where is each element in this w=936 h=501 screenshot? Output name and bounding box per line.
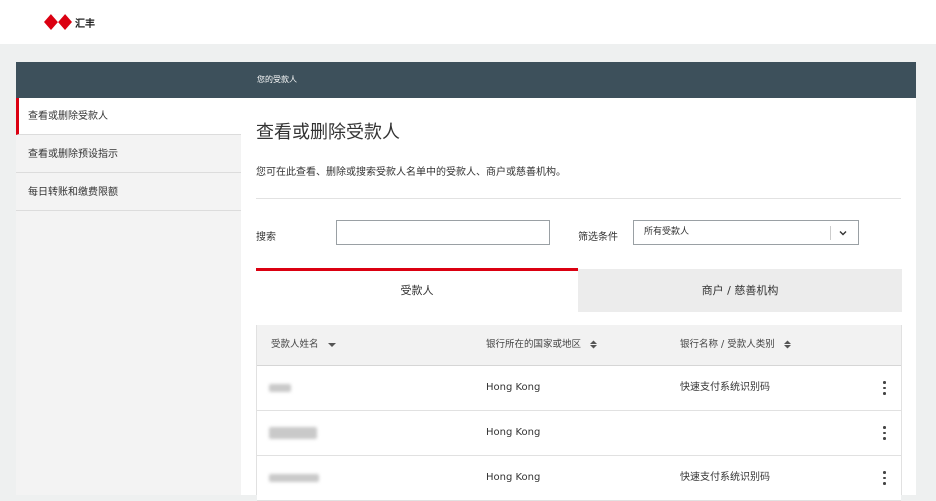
- filter-select[interactable]: 所有受款人: [633, 220, 859, 245]
- search-input[interactable]: [336, 220, 550, 245]
- redacted-payee-name: [269, 384, 291, 392]
- redacted-payee-name: [269, 427, 317, 439]
- cell-country: Hong Kong: [486, 472, 541, 483]
- divider: [256, 198, 901, 199]
- page-header-bar: 您的受款人: [16, 62, 916, 98]
- tab-payees[interactable]: 受款人: [256, 268, 578, 312]
- hsbc-logo[interactable]: 汇丰: [44, 12, 95, 32]
- cell-country: Hong Kong: [486, 382, 541, 393]
- sidebar-item-view-delete-payees[interactable]: 查看或删除受款人: [16, 98, 241, 135]
- column-header-bank-country[interactable]: 银行所在的国家或地区: [486, 325, 598, 365]
- more-options-icon[interactable]: [879, 469, 889, 487]
- page-description: 您可在此查看、删除或搜索受款人名单中的受款人、商户或慈善机构。: [256, 167, 566, 178]
- filter-selected-value: 所有受款人: [644, 227, 690, 237]
- sort-descending-icon: [327, 342, 336, 347]
- table-header: 受款人姓名 银行所在的国家或地区 银行名称 / 受款人类别: [257, 325, 901, 366]
- sort-icon: [590, 340, 598, 349]
- cell-country: Hong Kong: [486, 427, 541, 438]
- column-header-payee-name[interactable]: 受款人姓名: [271, 325, 336, 365]
- page-title: 查看或删除受款人: [256, 122, 400, 143]
- sidebar: 查看或删除受款人 查看或删除预设指示 每日转账和缴费限额: [16, 98, 242, 495]
- cell-bank: 快速支付系统识别码: [680, 472, 770, 483]
- sort-icon: [783, 340, 791, 349]
- redacted-payee-name: [269, 474, 319, 482]
- column-header-label: 银行名称 / 受款人类别: [680, 339, 775, 350]
- more-options-icon[interactable]: [879, 424, 889, 442]
- tab-merchants-charities[interactable]: 商户 / 慈善机构: [578, 269, 902, 312]
- hsbc-hexagon-icon: [44, 14, 72, 30]
- filter-label: 筛选条件: [578, 232, 618, 243]
- cell-bank: 快速支付系统识别码: [680, 382, 770, 393]
- table-row[interactable]: Hong Kong: [257, 411, 901, 456]
- main-content: 查看或删除受款人 您可在此查看、删除或搜索受款人名单中的受款人、商户或慈善机构。…: [241, 98, 916, 501]
- sidebar-item-standing-instructions[interactable]: 查看或删除预设指示: [16, 136, 241, 173]
- column-header-bank-name[interactable]: 银行名称 / 受款人类别: [680, 325, 791, 365]
- more-options-icon[interactable]: [879, 379, 889, 397]
- table-row[interactable]: Hong Kong 快速支付系统识别码: [257, 456, 901, 501]
- table-row[interactable]: Hong Kong 快速支付系统识别码: [257, 366, 901, 411]
- top-bar: 汇丰: [0, 0, 936, 44]
- select-separator: [830, 226, 831, 240]
- chevron-down-icon: [839, 231, 847, 236]
- header-title: 您的受款人: [257, 75, 297, 84]
- payee-table: 受款人姓名 银行所在的国家或地区 银行名称 / 受款人类别 Hong Kong …: [256, 325, 902, 501]
- column-header-label: 受款人姓名: [271, 339, 319, 350]
- sidebar-item-daily-limits[interactable]: 每日转账和缴费限额: [16, 174, 241, 211]
- column-header-label: 银行所在的国家或地区: [486, 339, 582, 350]
- search-label: 搜索: [256, 232, 276, 243]
- logo-text: 汇丰: [75, 18, 95, 30]
